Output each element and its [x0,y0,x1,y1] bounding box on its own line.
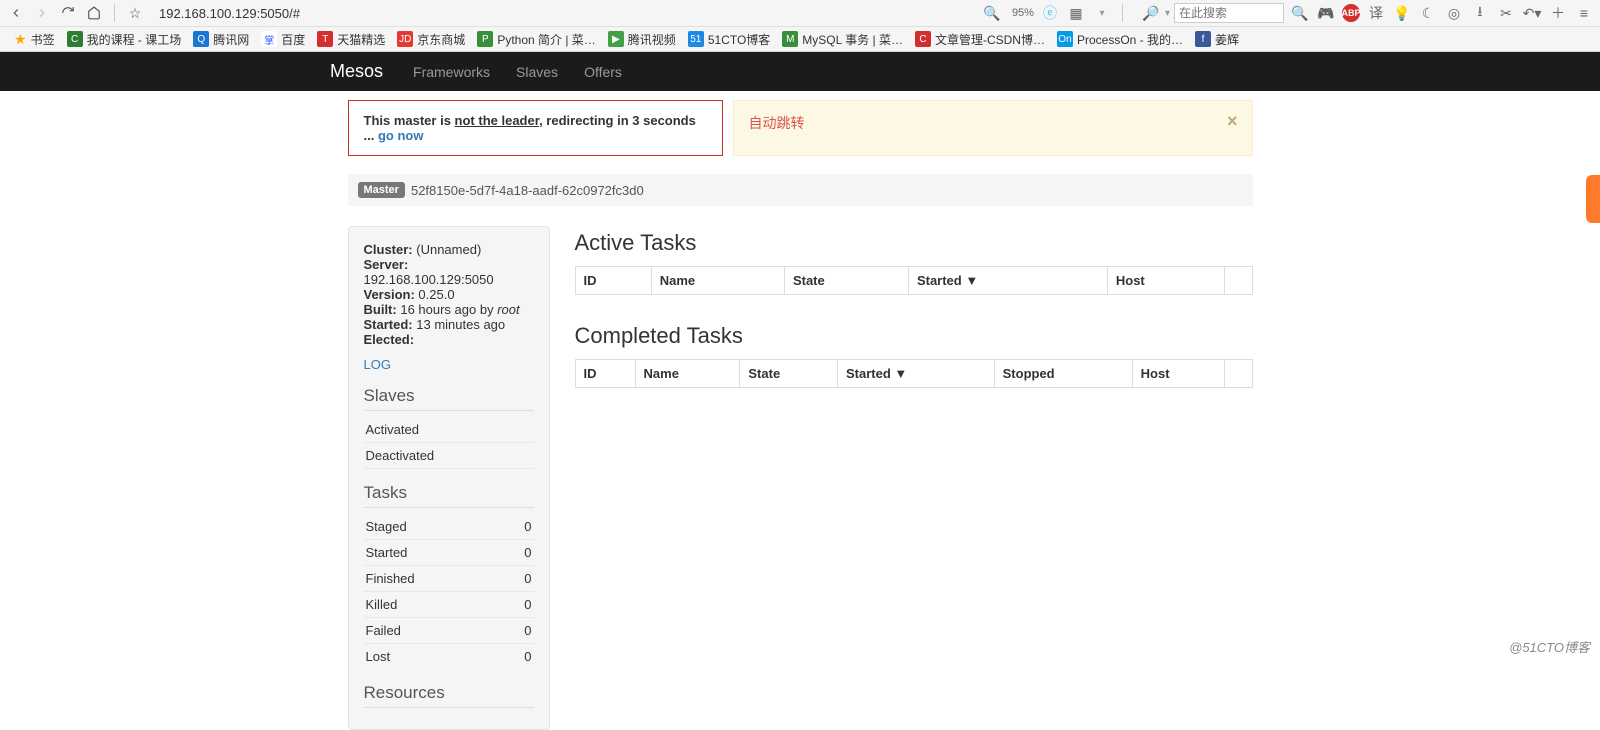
stat-row: Killed0 [364,592,534,618]
col-name[interactable]: Name [635,360,740,388]
go-now-link[interactable]: go now [378,128,424,143]
stat-row: Activated [364,417,534,443]
stat-row: Failed0 [364,618,534,644]
browser-search-input[interactable] [1174,3,1284,23]
col-id[interactable]: ID [575,360,635,388]
bookmark-item[interactable]: T天猫精选 [313,29,389,50]
col-host[interactable]: Host [1132,360,1224,388]
favicon: P [477,31,493,47]
sidebar: Cluster: (Unnamed) Server: 192.168.100.1… [348,226,550,730]
search-provider-icon[interactable]: 🔎 [1141,3,1161,23]
alert-redirect: 自动跳转 × [733,100,1253,156]
active-tasks-table: ID Name State Started ▼ Host [575,266,1253,295]
dropdown-icon[interactable]: ▾ [1092,3,1112,23]
favicon: f [1195,31,1211,47]
scissors-icon[interactable]: ✂ [1496,3,1516,23]
active-tasks-heading: Active Tasks [575,230,1253,256]
search-icon[interactable]: 🔍 [1290,3,1310,23]
alert-not-leader: This master is not the leader, redirecti… [348,100,723,156]
tasks-heading: Tasks [364,483,534,508]
bookmark-item[interactable]: ★书签 [10,29,59,50]
undo-icon[interactable]: ↶▾ [1522,3,1542,23]
qr-icon[interactable]: ▦ [1066,3,1086,23]
col-name[interactable]: Name [651,267,784,295]
side-feedback-tab[interactable] [1586,175,1600,223]
bookmark-item[interactable]: f姜辉 [1191,29,1243,50]
master-id: 52f8150e-5d7f-4a18-aadf-62c0972fc3d0 [411,183,644,198]
close-icon[interactable]: × [1227,111,1238,132]
nav-slaves[interactable]: Slaves [516,64,558,80]
back-button[interactable] [6,3,26,23]
brand[interactable]: Mesos [330,61,383,82]
master-badge: Master [358,182,405,198]
bookmark-item[interactable]: Q腾讯网 [189,29,253,50]
watermark: @51CTO博客 [1509,637,1590,656]
completed-tasks-heading: Completed Tasks [575,323,1253,349]
col-host[interactable]: Host [1107,267,1224,295]
favicon: On [1057,31,1073,47]
mesos-navbar: Mesos Frameworks Slaves Offers [0,52,1600,91]
col-stopped[interactable]: Stopped [994,360,1132,388]
nav-frameworks[interactable]: Frameworks [413,64,490,80]
slaves-heading: Slaves [364,386,534,411]
favicon: C [67,31,83,47]
bookmark-item[interactable]: C文章管理-CSDN博… [911,29,1049,50]
bookmark-item[interactable]: PPython 简介 | 菜… [473,29,599,50]
plus-icon[interactable]: ＋ [1548,3,1568,23]
menu-icon[interactable]: ≡ [1574,3,1594,23]
forward-button[interactable] [32,3,52,23]
favicon: M [782,31,798,47]
stat-row: Started0 [364,540,534,566]
bookmark-item[interactable]: 掌百度 [257,29,309,50]
star-icon[interactable]: ☆ [125,3,145,23]
reload-button[interactable] [58,3,78,23]
browser-toolbar: ☆ 192.168.100.129:5050/# 🔍 95% ⓔ ▦ ▾ 🔎 ▾… [0,0,1600,27]
log-link[interactable]: LOG [364,357,534,372]
col-id[interactable]: ID [575,267,651,295]
weibo-icon[interactable]: ◎ [1444,3,1464,23]
bookmark-item[interactable]: ▶腾讯视频 [604,29,680,50]
stat-row: Lost0 [364,644,534,669]
abp-icon[interactable]: ABP [1342,4,1360,22]
bookmark-bar: ★书签 C我的课程 - 课工场 Q腾讯网 掌百度 T天猫精选 JD京东商城 PP… [0,27,1600,52]
nav-offers[interactable]: Offers [584,64,622,80]
bulb-icon[interactable]: 💡 [1392,3,1412,23]
star-icon: ★ [14,31,27,48]
bookmark-item[interactable]: C我的课程 - 课工场 [63,29,186,50]
favicon: 掌 [261,31,277,47]
stat-row: Staged0 [364,514,534,540]
zoom-icon[interactable]: 🔍 [982,3,1002,23]
favicon: Q [193,31,209,47]
download-icon[interactable]: ⭳ [1470,3,1490,23]
master-info-row: Master 52f8150e-5d7f-4a18-aadf-62c0972fc… [348,174,1253,206]
favicon: ▶ [608,31,624,47]
bookmark-item[interactable]: MMySQL 事务 | 菜… [778,29,907,50]
completed-tasks-table: ID Name State Started ▼ Stopped Host [575,359,1253,388]
bookmark-item[interactable]: 5151CTO博客 [684,29,774,50]
col-state[interactable]: State [740,360,838,388]
favicon: 51 [688,31,704,47]
col-started[interactable]: Started ▼ [838,360,995,388]
bookmark-item[interactable]: JD京东商城 [393,29,469,50]
translate-icon[interactable]: 译 [1366,3,1386,23]
main-content: Active Tasks ID Name State Started ▼ Hos… [575,226,1253,394]
address-bar[interactable]: 192.168.100.129:5050/# [159,6,300,21]
col-state[interactable]: State [784,267,908,295]
stat-row: Finished0 [364,566,534,592]
resources-heading: Resources [364,683,534,708]
col-actions [1224,267,1252,295]
col-started[interactable]: Started ▼ [908,267,1107,295]
col-actions [1224,360,1252,388]
favicon: C [915,31,931,47]
moon-icon[interactable]: ☾ [1418,3,1438,23]
gamepad-icon[interactable]: 🎮 [1316,3,1336,23]
home-button[interactable] [84,3,104,23]
bookmark-item[interactable]: OnProcessOn - 我的… [1053,29,1187,50]
stat-row: Deactivated [364,443,534,469]
favicon: T [317,31,333,47]
ie-icon[interactable]: ⓔ [1040,3,1060,23]
favicon: JD [397,31,413,47]
zoom-level: 95% [1012,7,1034,19]
